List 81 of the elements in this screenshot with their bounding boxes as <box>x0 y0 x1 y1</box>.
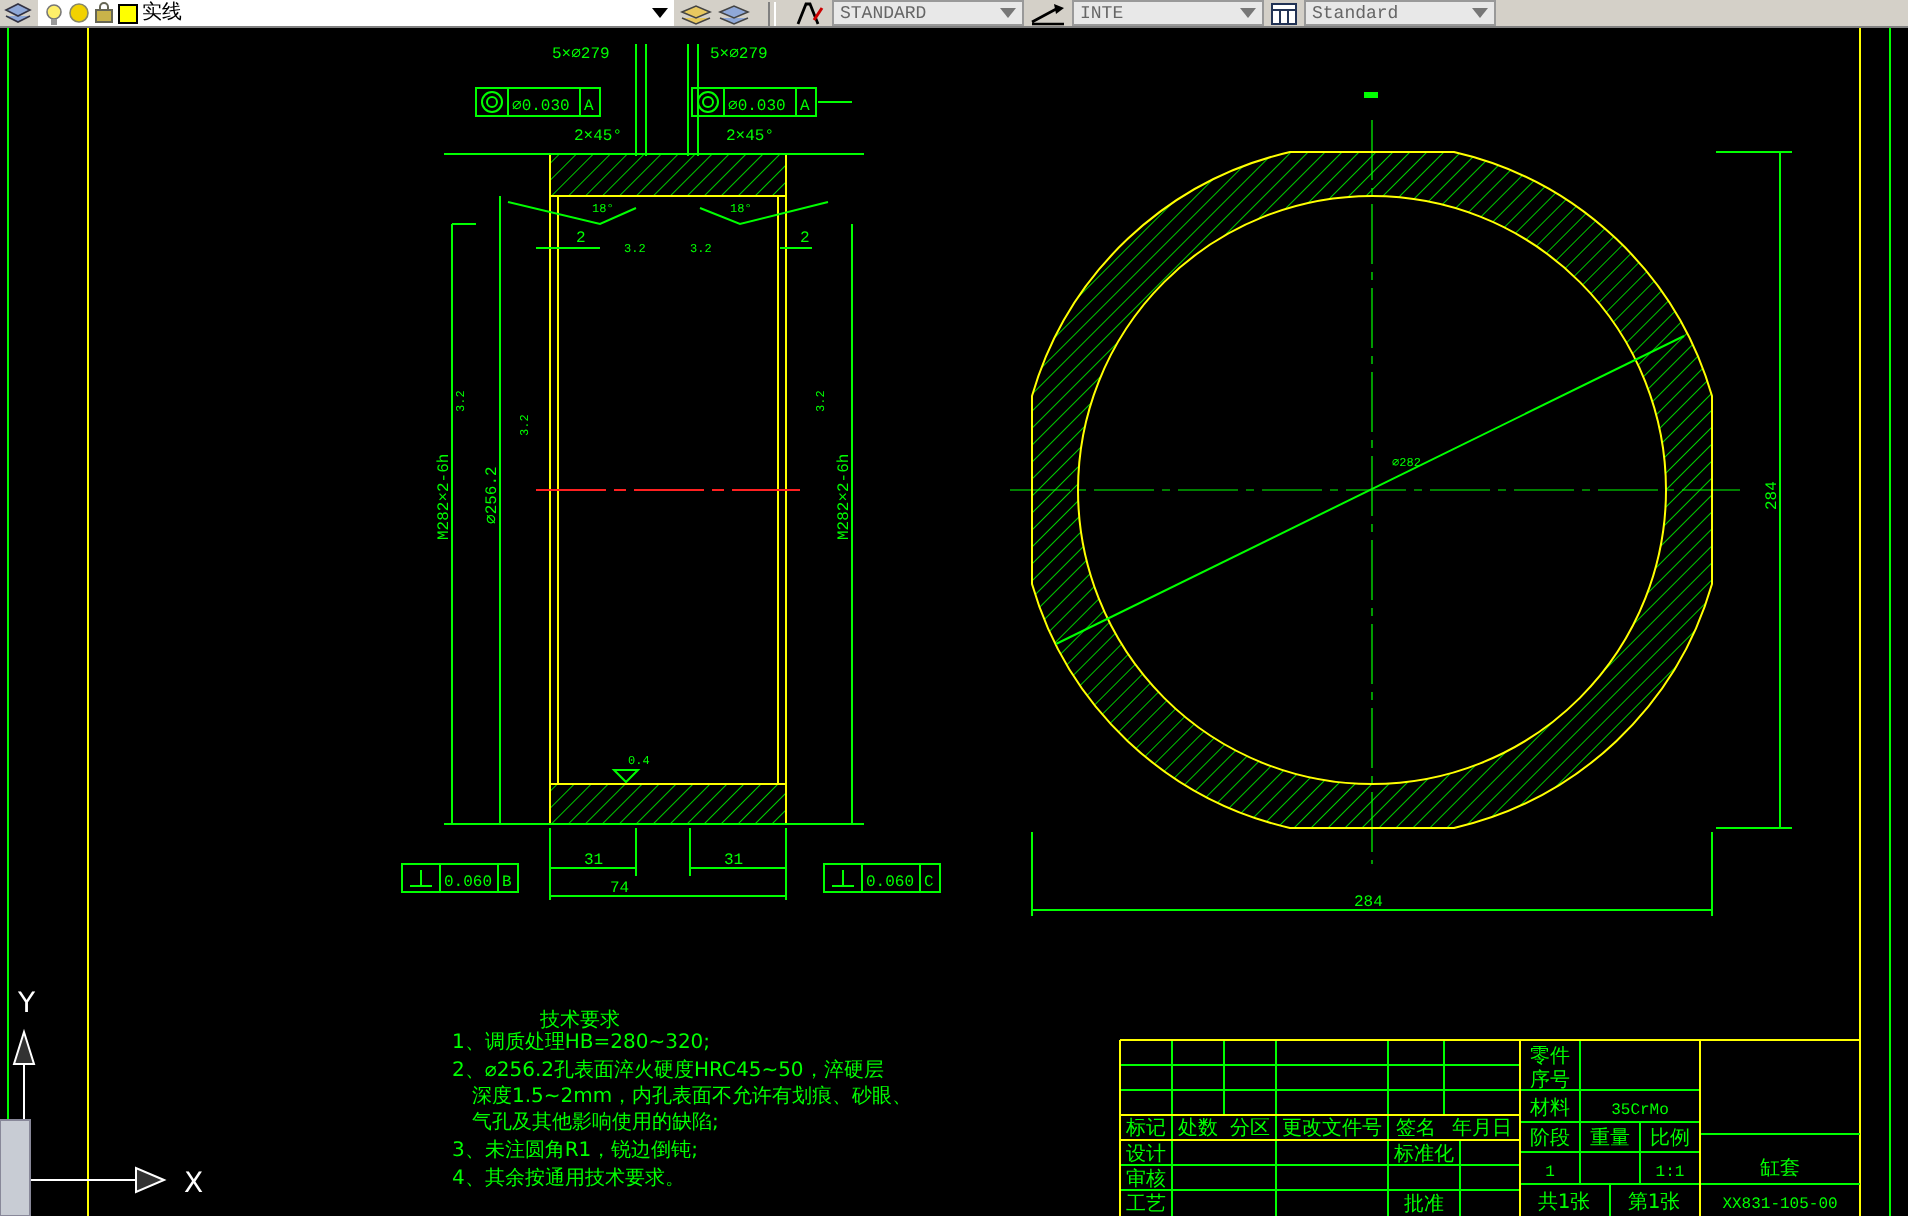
bore-dimension: ⌀256.2 <box>484 466 502 524</box>
thread-note: 5×⌀279 <box>552 46 610 64</box>
table-style-dropdown[interactable]: Standard <box>1304 0 1496 26</box>
title-block-label: 签名 <box>1396 1118 1436 1140</box>
step-dimension: 2 <box>576 230 586 248</box>
stage-value: 1 <box>1545 1164 1555 1182</box>
tolerance-value: ⌀0.030 <box>728 98 786 116</box>
title-block-label: 设计 <box>1126 1144 1166 1166</box>
title-block-label: 标记 <box>1126 1118 1166 1140</box>
lock-icon <box>94 2 114 24</box>
title-block-label: 比例 <box>1650 1128 1690 1150</box>
material-value: 35CrMo <box>1611 1102 1669 1120</box>
concentricity-icon <box>697 91 719 113</box>
text-style-dropdown[interactable]: STANDARD <box>832 0 1024 26</box>
table-style-icon[interactable] <box>1270 1 1298 25</box>
tolerance-frame <box>691 87 817 117</box>
note-text: 4、其余按通用技术要求。 <box>452 1168 685 1190</box>
note-text: 2、⌀256.2孔表面淬火硬度HRC45~50，淬硬层 深度1.5~2mm，内孔表面不允许有划痕、砂眼、 气孔及其他影响使用的缺陷; <box>452 1060 913 1134</box>
sheet-number: 第1张 <box>1627 1192 1681 1214</box>
tolerance-value: ⌀0.030 <box>512 98 570 116</box>
dimension-style-icon[interactable] <box>1030 1 1066 25</box>
part-name: 缸套 <box>1760 1158 1800 1180</box>
thread-note: 5×⌀279 <box>710 46 768 64</box>
step-dimension: 2 <box>800 230 810 248</box>
roughness-icon <box>611 769 641 784</box>
title-block-label: 重量 <box>1590 1128 1630 1150</box>
width-dimension: 74 <box>610 880 630 898</box>
thread-dimension: M282×2-6h <box>436 453 454 540</box>
layers-icon[interactable] <box>718 1 750 25</box>
title-block-label: 更改文件号 <box>1282 1118 1382 1140</box>
title-block-label: 年月日 <box>1452 1118 1512 1140</box>
dimension-style-dropdown[interactable]: INTE <box>1072 0 1264 26</box>
sun-icon <box>68 2 90 24</box>
datum-letter: A <box>800 98 810 116</box>
layers-icon[interactable] <box>4 1 32 25</box>
perpendicularity-icon <box>831 869 855 887</box>
sheet-count: 共1张 <box>1537 1192 1591 1214</box>
caret-icon <box>1472 8 1488 18</box>
note-text: 3、未注圆角R1，锐边倒钝; <box>452 1140 699 1162</box>
title-block-label: 材料 <box>1530 1098 1570 1120</box>
marker-icon <box>1364 92 1378 98</box>
height-dimension: 284 <box>1764 481 1782 510</box>
title-block-label: 标准化 <box>1394 1144 1454 1166</box>
notes-title: 技术要求 <box>540 1010 620 1032</box>
layers-icon[interactable] <box>680 1 712 25</box>
x-axis-label: X <box>184 1168 204 1200</box>
layer-name: 实线 <box>142 1 184 25</box>
text-style-icon[interactable] <box>794 1 826 25</box>
tolerance-frame <box>475 87 601 117</box>
tolerance-value: 0.060 <box>866 874 915 892</box>
datum-letter: B <box>502 874 512 892</box>
drawing-number: XX831-105-00 <box>1722 1196 1838 1214</box>
perpendicularity-icon <box>409 869 433 887</box>
ucs-axes-icon <box>12 1028 167 1194</box>
title-block-label: 处数 <box>1178 1118 1218 1140</box>
tolerance-frame <box>823 863 941 893</box>
concentricity-icon <box>481 91 503 113</box>
caret-icon <box>1240 8 1256 18</box>
title-block-label: 审核 <box>1126 1169 1166 1191</box>
tolerance-frame <box>401 863 519 893</box>
thread-dimension: M282×2-6h <box>836 453 854 540</box>
y-axis-label: Y <box>18 988 36 1020</box>
width-dimension: 31 <box>584 852 604 870</box>
title-block-label: 阶段 <box>1530 1128 1570 1150</box>
caret-icon <box>652 8 668 18</box>
title-block-label: 批准 <box>1404 1194 1444 1216</box>
layer-dropdown[interactable]: 实线 <box>38 0 674 26</box>
chamfer-note: 2×45° <box>726 128 775 146</box>
note-text: 1、调质处理HB=280~320; <box>452 1032 711 1054</box>
width-dimension: 31 <box>724 852 744 870</box>
title-block-label: 零件 序号 <box>1530 1046 1570 1092</box>
title-block-label: 工艺 <box>1126 1194 1166 1216</box>
caret-icon <box>1000 8 1016 18</box>
tolerance-value: 0.060 <box>444 874 493 892</box>
scale-value: 1:1 <box>1655 1164 1685 1182</box>
color-swatch <box>118 3 138 23</box>
datum-letter: C <box>924 874 934 892</box>
title-block-label: 分区 <box>1230 1118 1270 1140</box>
width-dimension: 284 <box>1354 894 1383 912</box>
chamfer-note: 2×45° <box>574 128 623 146</box>
datum-letter: A <box>584 98 594 116</box>
